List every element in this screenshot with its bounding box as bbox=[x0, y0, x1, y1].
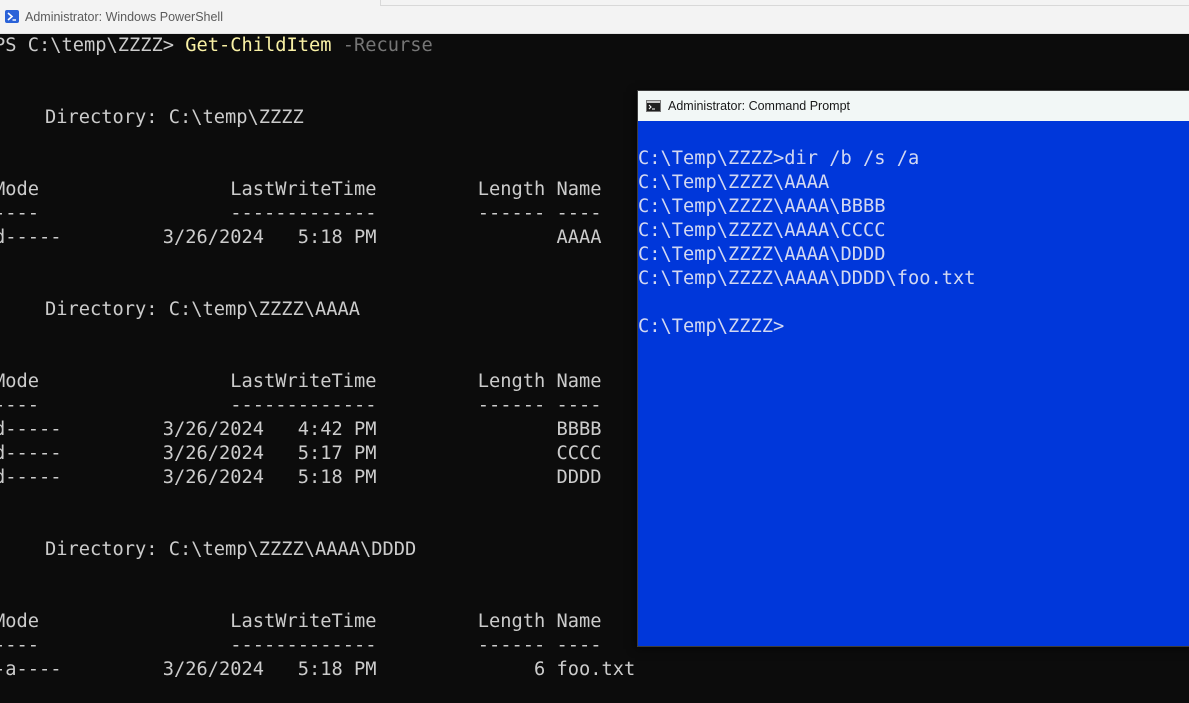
list-item: C:\Temp\ZZZZ\AAAA bbox=[638, 172, 830, 193]
directory-header: Directory: C:\temp\ZZZZ\AAAA\DDDD bbox=[0, 539, 417, 560]
prompt-command: Get-ChildItem bbox=[185, 35, 332, 56]
command-prompt-window-title: Administrator: Command Prompt bbox=[668, 99, 851, 113]
list-item: C:\Temp\ZZZZ\AAAA\DDDD bbox=[638, 244, 886, 265]
command-prompt-console[interactable]: C:\Temp\ZZZZ>dir /b /s /a C:\Temp\ZZZZ\A… bbox=[638, 121, 1189, 646]
column-underlines: ---- ------------- ------ ---- bbox=[0, 395, 602, 416]
powershell-window-title: Administrator: Windows PowerShell bbox=[25, 10, 223, 24]
list-item: C:\Temp\ZZZZ\AAAA\CCCC bbox=[638, 220, 886, 241]
command-prompt-titlebar[interactable]: Administrator: Command Prompt bbox=[638, 91, 1189, 121]
list-item: C:\Temp\ZZZZ\AAAA\BBBB bbox=[638, 196, 886, 217]
powershell-prompt-line: PS C:\temp\ZZZZ> Get-ChildItem -Recurse bbox=[0, 34, 433, 58]
column-underlines: ---- ------------- ------ ---- bbox=[0, 635, 602, 656]
list-item: d----- 3/26/2024 5:18 PM DDDD bbox=[0, 467, 602, 488]
column-headers: Mode LastWriteTime Length Name bbox=[0, 371, 602, 392]
list-item: d----- 3/26/2024 4:42 PM BBBB bbox=[0, 419, 602, 440]
titlebar-top-line bbox=[380, 5, 1189, 6]
prompt-path: PS C:\temp\ZZZZ> bbox=[0, 35, 186, 56]
directory-header: Directory: C:\temp\ZZZZ\AAAA bbox=[0, 299, 361, 320]
column-underlines: ---- ------------- ------ ---- bbox=[0, 203, 602, 224]
directory-header: Directory: C:\temp\ZZZZ bbox=[0, 107, 304, 128]
command-line: C:\Temp\ZZZZ>dir /b /s /a bbox=[638, 148, 920, 169]
list-item: C:\Temp\ZZZZ\AAAA\DDDD\foo.txt bbox=[638, 268, 976, 289]
command-prompt-line: C:\Temp\ZZZZ> bbox=[638, 316, 785, 337]
powershell-titlebar[interactable]: Administrator: Windows PowerShell bbox=[0, 0, 1189, 34]
command-prompt-icon bbox=[646, 100, 661, 112]
column-headers: Mode LastWriteTime Length Name bbox=[0, 611, 602, 632]
column-headers: Mode LastWriteTime Length Name bbox=[0, 179, 602, 200]
list-item: d----- 3/26/2024 5:17 PM CCCC bbox=[0, 443, 602, 464]
list-item: d----- 3/26/2024 5:18 PM AAAA bbox=[0, 227, 602, 248]
command-prompt-window[interactable]: Administrator: Command Prompt C:\Temp\ZZ… bbox=[637, 90, 1189, 647]
powershell-icon bbox=[5, 10, 19, 23]
prompt-parameter: -Recurse bbox=[331, 35, 433, 56]
list-item: -a---- 3/26/2024 5:18 PM 6 foo.txt bbox=[0, 659, 636, 680]
